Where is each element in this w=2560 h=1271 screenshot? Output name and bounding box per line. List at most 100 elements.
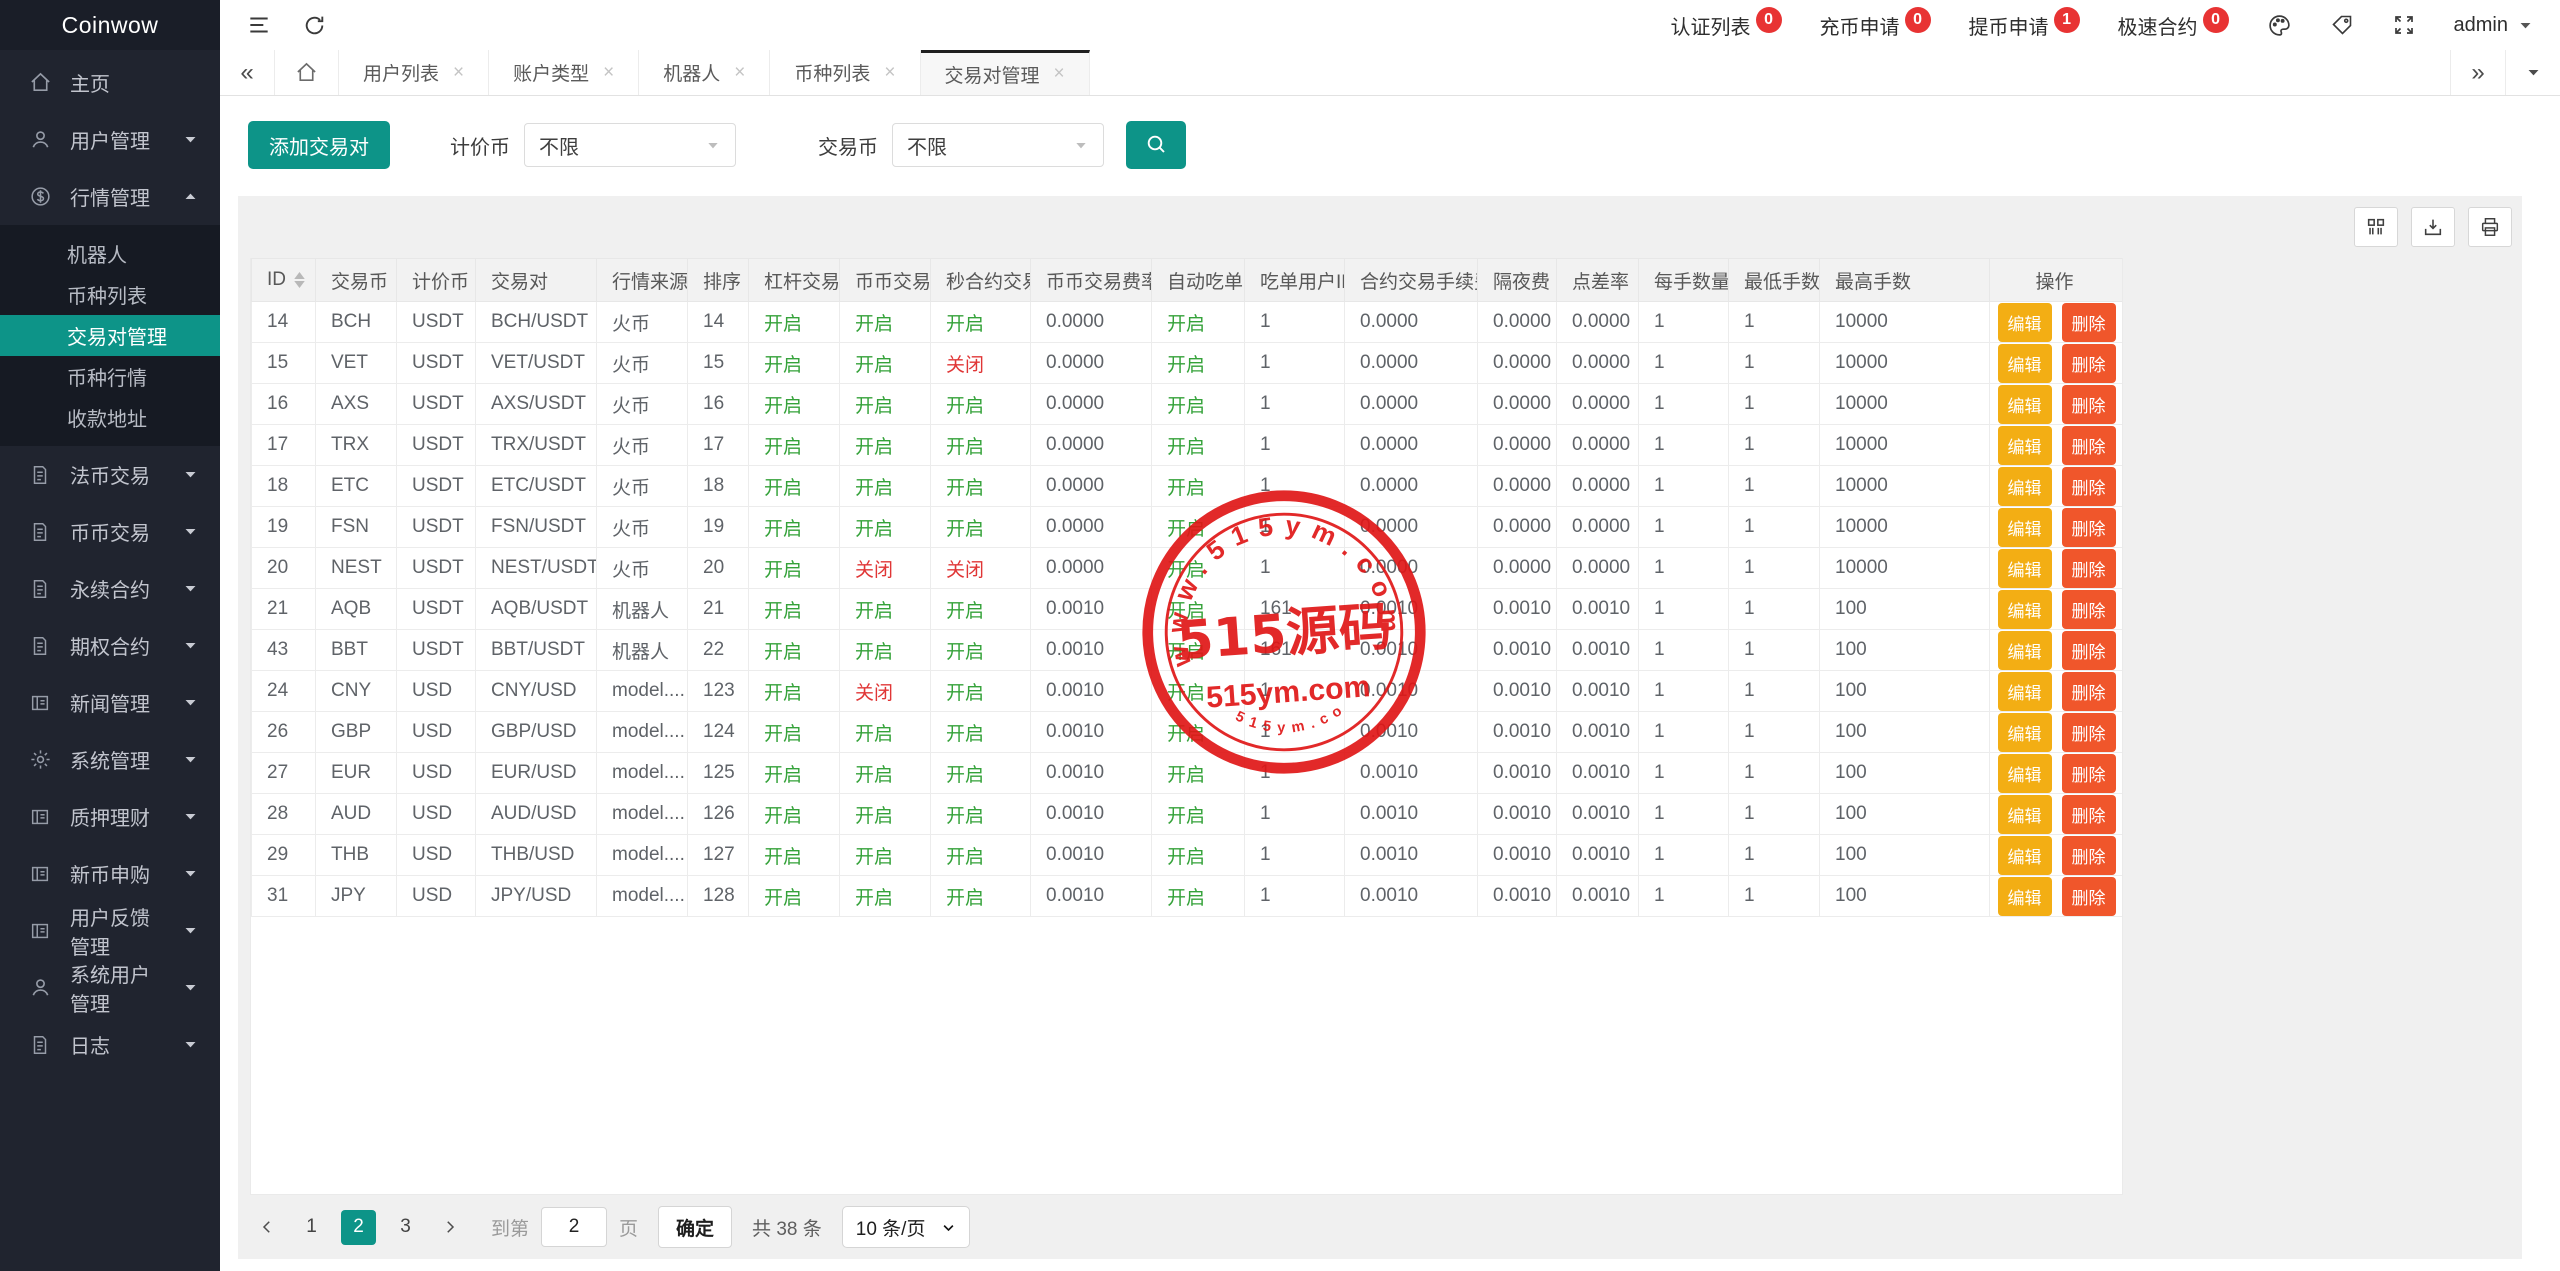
edit-button[interactable]: 编辑 <box>1998 877 2052 916</box>
jump-page-input[interactable] <box>541 1207 607 1247</box>
sidebar-item-法币交易[interactable]: 法币交易 <box>0 446 220 503</box>
cell-币币交易: 关闭 <box>840 671 931 712</box>
tab-机器人[interactable]: 机器人× <box>639 50 770 95</box>
delete-button[interactable]: 删除 <box>2062 877 2116 916</box>
cell-隔夜费: 0.0000 <box>1478 466 1557 507</box>
close-icon[interactable]: × <box>1054 63 1065 85</box>
cell-交易币: GBP <box>316 712 397 753</box>
page-number-3[interactable]: 3 <box>388 1210 423 1245</box>
next-page-button[interactable] <box>435 1210 465 1244</box>
sidebar-item-永续合约[interactable]: 永续合约 <box>0 560 220 617</box>
delete-button[interactable]: 删除 <box>2062 672 2116 711</box>
edit-button[interactable]: 编辑 <box>1998 713 2052 752</box>
sidebar-item-主页[interactable]: 主页 <box>0 54 220 111</box>
sidebar-item-质押理财[interactable]: 质押理财 <box>0 788 220 845</box>
cell-行情来源: 火币 <box>597 507 688 548</box>
edit-button[interactable]: 编辑 <box>1998 385 2052 424</box>
sidebar-subitem-机器人[interactable]: 机器人 <box>0 233 220 274</box>
chevron-down-icon <box>182 580 200 598</box>
page-size-select[interactable]: 10 条/页 <box>842 1206 971 1248</box>
sidebar-item-新闻管理[interactable]: 新闻管理 <box>0 674 220 731</box>
edit-button[interactable]: 编辑 <box>1998 508 2052 547</box>
tab-用户列表[interactable]: 用户列表× <box>339 50 489 95</box>
sidebar-subitem-收款地址[interactable]: 收款地址 <box>0 397 220 438</box>
edit-button[interactable]: 编辑 <box>1998 795 2052 834</box>
sidebar-item-新币申购[interactable]: 新币申购 <box>0 845 220 902</box>
delete-button[interactable]: 删除 <box>2062 467 2116 506</box>
edit-button[interactable]: 编辑 <box>1998 590 2052 629</box>
close-icon[interactable]: × <box>453 62 464 84</box>
sidebar-item-用户反馈管理[interactable]: 用户反馈管理 <box>0 902 220 959</box>
tab-交易对管理[interactable]: 交易对管理× <box>921 50 1090 95</box>
edit-button[interactable]: 编辑 <box>1998 549 2052 588</box>
sidebar-item-用户管理[interactable]: 用户管理 <box>0 111 220 168</box>
trade-coin-select[interactable]: 不限 <box>892 123 1104 167</box>
delete-button[interactable]: 删除 <box>2062 795 2116 834</box>
edit-button[interactable]: 编辑 <box>1998 836 2052 875</box>
tabs-dropdown-button[interactable] <box>2505 50 2560 95</box>
edit-button[interactable]: 编辑 <box>1998 344 2052 383</box>
collapse-menu-icon[interactable] <box>246 12 272 38</box>
edit-button[interactable]: 编辑 <box>1998 426 2052 465</box>
quote-coin-select[interactable]: 不限 <box>524 123 736 167</box>
confirm-page-button[interactable]: 确定 <box>658 1206 732 1248</box>
edit-button[interactable]: 编辑 <box>1998 672 2052 711</box>
edit-button[interactable]: 编辑 <box>1998 754 2052 793</box>
page-number-2[interactable]: 2 <box>341 1210 376 1245</box>
column-header-ID[interactable]: ID <box>252 259 316 302</box>
cell-自动吃单: 开启 <box>1152 302 1245 343</box>
delete-button[interactable]: 删除 <box>2062 631 2116 670</box>
nav-item[interactable]: 提币申请1 <box>1969 11 2080 40</box>
cell-最高手数: 100 <box>1820 753 1990 794</box>
sidebar-subitem-币种列表[interactable]: 币种列表 <box>0 274 220 315</box>
delete-button[interactable]: 删除 <box>2062 754 2116 793</box>
delete-button[interactable]: 删除 <box>2062 426 2116 465</box>
sidebar-item-行情管理[interactable]: 行情管理 <box>0 168 220 225</box>
delete-button[interactable]: 删除 <box>2062 508 2116 547</box>
edit-button[interactable]: 编辑 <box>1998 303 2052 342</box>
close-icon[interactable]: × <box>734 62 745 84</box>
print-button[interactable] <box>2468 207 2512 247</box>
refresh-icon[interactable] <box>302 13 327 38</box>
prev-page-button[interactable] <box>252 1210 282 1244</box>
nav-item[interactable]: 充币申请0 <box>1820 11 1931 40</box>
delete-button[interactable]: 删除 <box>2062 385 2116 424</box>
sidebar-item-系统用户管理[interactable]: 系统用户管理 <box>0 959 220 1016</box>
export-button[interactable] <box>2411 207 2455 247</box>
cell-最高手数: 100 <box>1820 630 1990 671</box>
sort-icon[interactable] <box>294 272 305 288</box>
sidebar-subitem-币种行情[interactable]: 币种行情 <box>0 356 220 397</box>
tabs-scroll-right-button[interactable]: » <box>2450 50 2505 95</box>
edit-button[interactable]: 编辑 <box>1998 631 2052 670</box>
cell-最低手数: 1 <box>1729 425 1820 466</box>
sidebar-item-系统管理[interactable]: 系统管理 <box>0 731 220 788</box>
cell-每手数量: 1 <box>1639 466 1729 507</box>
delete-button[interactable]: 删除 <box>2062 549 2116 588</box>
tab-账户类型[interactable]: 账户类型× <box>489 50 639 95</box>
user-menu[interactable]: admin <box>2454 14 2534 37</box>
add-pair-button[interactable]: 添加交易对 <box>248 121 390 169</box>
delete-button[interactable]: 删除 <box>2062 713 2116 752</box>
cell-排序: 14 <box>688 302 749 343</box>
id-sort-header[interactable]: ID <box>267 269 311 291</box>
tab-home[interactable] <box>275 50 339 95</box>
tabs-scroll-left-button[interactable]: « <box>220 50 275 95</box>
sidebar-item-日志[interactable]: 日志 <box>0 1016 220 1073</box>
delete-button[interactable]: 删除 <box>2062 303 2116 342</box>
cell-隔夜费: 0.0010 <box>1478 671 1557 712</box>
sidebar-subitem-交易对管理[interactable]: 交易对管理 <box>0 315 220 356</box>
sidebar-item-币币交易[interactable]: 币币交易 <box>0 503 220 560</box>
nav-item[interactable]: 认证列表0 <box>1671 11 1782 40</box>
tab-币种列表[interactable]: 币种列表× <box>770 50 920 95</box>
delete-button[interactable]: 删除 <box>2062 590 2116 629</box>
delete-button[interactable]: 删除 <box>2062 344 2116 383</box>
close-icon[interactable]: × <box>884 62 895 84</box>
sidebar-item-期权合约[interactable]: 期权合约 <box>0 617 220 674</box>
edit-button[interactable]: 编辑 <box>1998 467 2052 506</box>
nav-item[interactable]: 极速合约0 <box>2118 11 2229 40</box>
search-button[interactable] <box>1126 121 1186 169</box>
delete-button[interactable]: 删除 <box>2062 836 2116 875</box>
columns-filter-button[interactable] <box>2354 207 2398 247</box>
page-number-1[interactable]: 1 <box>294 1210 329 1245</box>
close-icon[interactable]: × <box>603 62 614 84</box>
